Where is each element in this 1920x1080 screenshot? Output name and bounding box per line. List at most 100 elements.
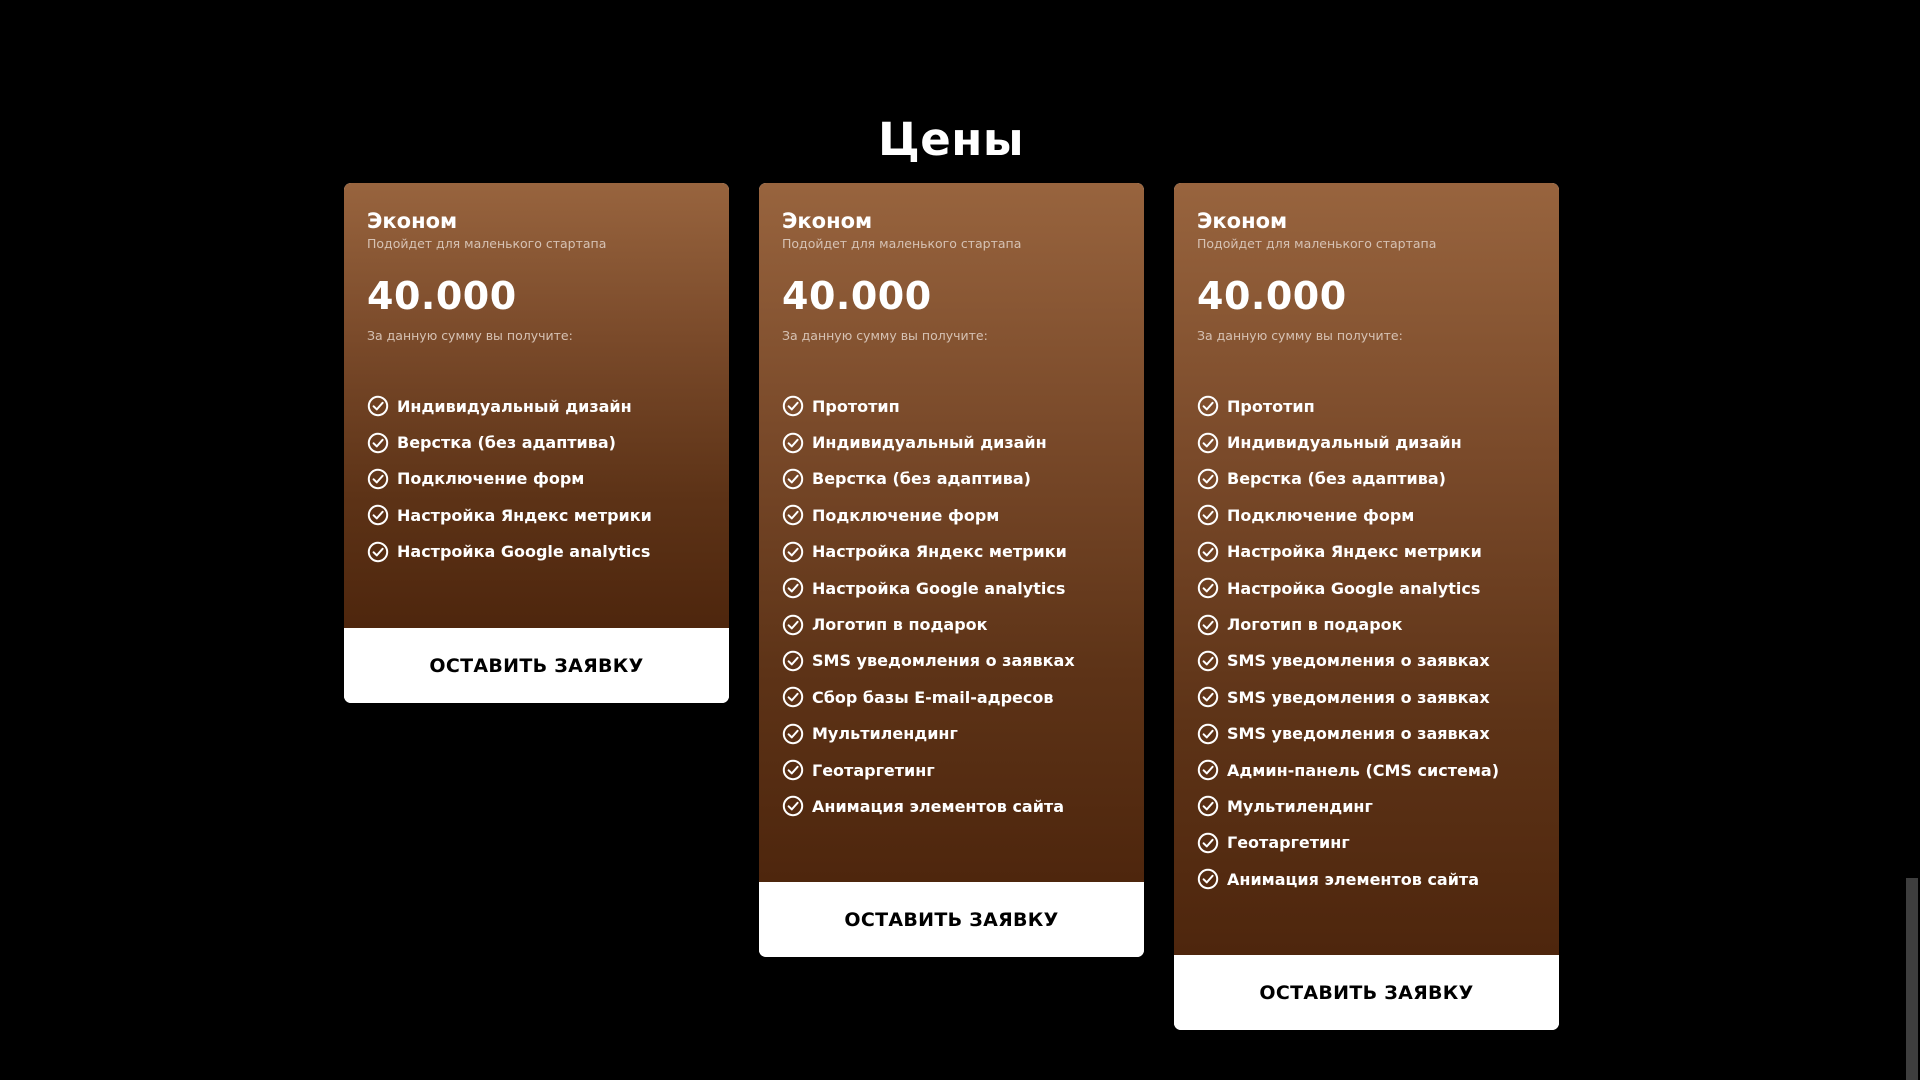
feature-item: Верстка (без адаптива) [1197,461,1539,497]
feature-item: Подключение форм [367,461,709,497]
plan-subtitle: Подойдет для маленького стартапа [782,236,1022,251]
feature-label: Подключение форм [1227,505,1415,525]
feature-label: Верстка (без адаптива) [812,469,1031,489]
pricing-card-body: Эконом Подойдет для маленького стартапа … [1174,183,1559,955]
feature-label: Мультилендинг [812,724,958,744]
check-circle-icon [367,432,389,454]
plan-price: 40.000 [1197,274,1347,318]
feature-item: Настройка Яндекс метрики [367,497,709,533]
check-circle-icon [367,504,389,526]
feature-item: Подключение форм [1197,497,1539,533]
check-circle-icon [1197,868,1219,890]
check-circle-icon [1197,395,1219,417]
check-circle-icon [782,577,804,599]
feature-label: Настройка Яндекс метрики [812,542,1067,562]
check-circle-icon [782,686,804,708]
feature-label: Индивидуальный дизайн [812,433,1047,453]
feature-item: Мультилендинг [1197,788,1539,824]
feature-label: Геотаргетинг [812,760,935,780]
scrollbar-thumb[interactable] [1906,878,1918,1080]
section-title: Цены [877,113,1025,166]
feature-item: Подключение форм [782,497,1124,533]
plan-name: Эконом [367,209,458,233]
check-circle-icon [367,395,389,417]
check-circle-icon [782,759,804,781]
submit-request-button[interactable]: ОСТАВИТЬ ЗАЯВКУ [344,628,729,703]
feature-label: Подключение форм [397,469,585,489]
feature-label: Прототип [812,396,900,416]
feature-label: Настройка Яндекс метрики [1227,542,1482,562]
submit-request-button[interactable]: ОСТАВИТЬ ЗАЯВКУ [759,882,1144,957]
plan-price: 40.000 [782,274,932,318]
feature-item: Настройка Яндекс метрики [1197,534,1539,570]
check-circle-icon [782,468,804,490]
feature-item: SMS уведомления о заявках [1197,716,1539,752]
feature-label: Настройка Google analytics [397,542,651,562]
feature-item: Верстка (без адаптива) [782,461,1124,497]
pricing-card-3: Эконом Подойдет для маленького стартапа … [1174,183,1559,1030]
price-note: За данную сумму вы получите: [1197,328,1403,343]
check-circle-icon [782,795,804,817]
check-circle-icon [782,395,804,417]
check-circle-icon [1197,504,1219,526]
check-circle-icon [1197,432,1219,454]
feature-item: Геотаргетинг [1197,825,1539,861]
plan-subtitle: Подойдет для маленького стартапа [1197,236,1437,251]
feature-label: Админ-панель (CMS система) [1227,760,1500,780]
feature-label: Логотип в подарок [812,615,988,635]
feature-label: Подключение форм [812,505,1000,525]
check-circle-icon [1197,686,1219,708]
feature-item: Логотип в подарок [782,606,1124,642]
feature-list: Индивидуальный дизайн Верстка (без адапти… [367,388,709,570]
feature-item: Настройка Google analytics [782,570,1124,606]
check-circle-icon [782,504,804,526]
feature-item: Геотаргетинг [782,752,1124,788]
feature-label: Мультилендинг [1227,796,1373,816]
check-circle-icon [367,541,389,563]
submit-request-button[interactable]: ОСТАВИТЬ ЗАЯВКУ [1174,955,1559,1030]
feature-label: Настройка Яндекс метрики [397,505,652,525]
check-circle-icon [1197,577,1219,599]
scrollbar[interactable] [1903,0,1920,1080]
feature-item: Индивидуальный дизайн [782,424,1124,460]
feature-label: Индивидуальный дизайн [397,396,632,416]
check-circle-icon [1197,614,1219,636]
check-circle-icon [1197,832,1219,854]
plan-name: Эконом [1197,209,1288,233]
feature-item: Настройка Google analytics [1197,570,1539,606]
cta-wrapper: ОСТАВИТЬ ЗАЯВКУ [759,882,1144,957]
feature-label: Индивидуальный дизайн [1227,433,1462,453]
feature-list: Прототип Индивидуальный дизайн Верстка (бе… [1197,388,1539,897]
feature-label: Прототип [1227,396,1315,416]
feature-item: SMS уведомления о заявках [1197,643,1539,679]
feature-item: Анимация элементов сайта [1197,861,1539,897]
check-circle-icon [782,723,804,745]
feature-label: SMS уведомления о заявках [1227,724,1490,744]
feature-label: SMS уведомления о заявках [812,651,1075,671]
plan-name: Эконом [782,209,873,233]
check-circle-icon [782,432,804,454]
price-note: За данную сумму вы получите: [367,328,573,343]
plan-subtitle: Подойдет для маленького стартапа [367,236,607,251]
feature-label: Сбор базы E-mail-адресов [812,687,1054,707]
feature-item: SMS уведомления о заявках [782,643,1124,679]
pricing-card-1: Эконом Подойдет для маленького стартапа … [344,183,729,703]
check-circle-icon [1197,723,1219,745]
pricing-card-body: Эконом Подойдет для маленького стартапа … [344,183,729,628]
pricing-card-body: Эконом Подойдет для маленького стартапа … [759,183,1144,882]
check-circle-icon [1197,650,1219,672]
price-note: За данную сумму вы получите: [782,328,988,343]
feature-label: Настройка Google analytics [1227,578,1481,598]
check-circle-icon [782,541,804,563]
pricing-card-2: Эконом Подойдет для маленького стартапа … [759,183,1144,957]
feature-item: Индивидуальный дизайн [367,388,709,424]
check-circle-icon [1197,795,1219,817]
check-circle-icon [1197,468,1219,490]
plan-price: 40.000 [367,274,517,318]
check-circle-icon [782,614,804,636]
feature-label: Геотаргетинг [1227,833,1350,853]
feature-item: Анимация элементов сайта [782,788,1124,824]
feature-item: Сбор базы E-mail-адресов [782,679,1124,715]
feature-item: Логотип в подарок [1197,606,1539,642]
feature-label: Анимация элементов сайта [812,796,1064,816]
